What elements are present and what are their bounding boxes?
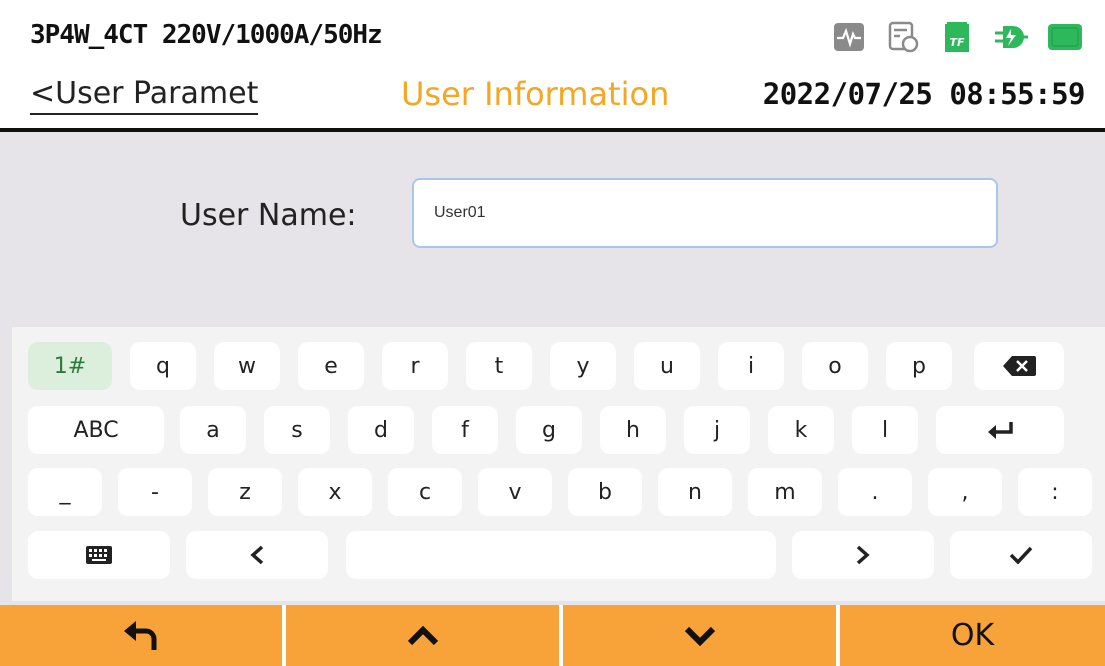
battery-icon: [1047, 21, 1083, 53]
check-icon: [1009, 546, 1033, 564]
key-a[interactable]: a: [180, 406, 246, 454]
key-colon[interactable]: :: [1018, 468, 1092, 516]
key-m[interactable]: m: [748, 468, 822, 516]
key-symbols[interactable]: 1#: [28, 342, 112, 390]
enter-icon: [988, 422, 1013, 439]
key-cursor-left[interactable]: [186, 531, 328, 579]
key-r[interactable]: r: [382, 342, 448, 390]
tf-card-label: TF: [949, 36, 965, 49]
datetime-display: 2022/07/25 08:55:59: [762, 77, 1086, 111]
key-hyphen[interactable]: -: [118, 468, 192, 516]
tf-card-icon: TF: [939, 21, 975, 53]
chevron-left-icon: [250, 545, 264, 565]
user-name-input[interactable]: User01: [412, 178, 998, 248]
key-e[interactable]: e: [298, 342, 364, 390]
key-w[interactable]: w: [214, 342, 280, 390]
chevron-right-icon: [856, 545, 870, 565]
backspace-icon: [1003, 356, 1036, 376]
key-q[interactable]: q: [130, 342, 196, 390]
key-s[interactable]: s: [264, 406, 330, 454]
key-space[interactable]: [346, 531, 776, 579]
wiring-config-label: 3P4W_4CT 220V/1000A/50Hz: [30, 20, 383, 50]
key-abc[interactable]: ABC: [28, 406, 164, 454]
back-softkey[interactable]: [0, 605, 282, 666]
key-backspace[interactable]: [974, 342, 1064, 390]
status-header: 3P4W_4CT 220V/1000A/50Hz TF <User Parame…: [0, 0, 1105, 128]
key-x[interactable]: x: [298, 468, 372, 516]
user-name-value: User01: [434, 204, 486, 221]
key-i[interactable]: i: [718, 342, 784, 390]
chevron-down-icon: [684, 626, 715, 646]
key-h[interactable]: h: [600, 406, 666, 454]
key-confirm[interactable]: [950, 531, 1092, 579]
key-u[interactable]: u: [634, 342, 700, 390]
main-content: User Name: User01 1# q w e r t y u i o p…: [0, 132, 1105, 607]
key-v[interactable]: v: [478, 468, 552, 516]
key-underscore[interactable]: _: [28, 468, 102, 516]
key-p[interactable]: p: [886, 342, 952, 390]
back-to-user-parameters-link[interactable]: <User Paramet: [30, 76, 259, 115]
down-softkey[interactable]: [563, 605, 836, 666]
key-c[interactable]: c: [388, 468, 462, 516]
key-d[interactable]: d: [348, 406, 414, 454]
key-b[interactable]: b: [568, 468, 642, 516]
key-f[interactable]: f: [432, 406, 498, 454]
key-enter[interactable]: [936, 406, 1064, 454]
key-hide-keyboard[interactable]: [28, 531, 170, 579]
ok-softkey[interactable]: OK: [840, 605, 1105, 666]
record-icon: [885, 21, 921, 53]
waveform-icon: [831, 21, 867, 53]
power-plug-icon: [993, 21, 1029, 53]
status-icons: TF: [831, 20, 1083, 54]
key-j[interactable]: j: [684, 406, 750, 454]
key-comma[interactable]: ,: [928, 468, 1002, 516]
keyboard-icon: [86, 546, 112, 564]
key-n[interactable]: n: [658, 468, 732, 516]
key-k[interactable]: k: [768, 406, 834, 454]
on-screen-keyboard: 1# q w e r t y u i o p ABC a s d f g h j…: [12, 327, 1105, 601]
key-period[interactable]: .: [838, 468, 912, 516]
up-softkey[interactable]: [286, 605, 559, 666]
key-l[interactable]: l: [852, 406, 918, 454]
key-y[interactable]: y: [550, 342, 616, 390]
page-title: User Information: [401, 75, 670, 113]
user-name-label: User Name:: [180, 198, 357, 233]
footer-softkeys: OK: [0, 605, 1105, 666]
key-g[interactable]: g: [516, 406, 582, 454]
chevron-up-icon: [407, 625, 438, 645]
key-o[interactable]: o: [802, 342, 868, 390]
undo-icon: [124, 620, 157, 650]
key-z[interactable]: z: [208, 468, 282, 516]
key-cursor-right[interactable]: [792, 531, 934, 579]
key-t[interactable]: t: [466, 342, 532, 390]
